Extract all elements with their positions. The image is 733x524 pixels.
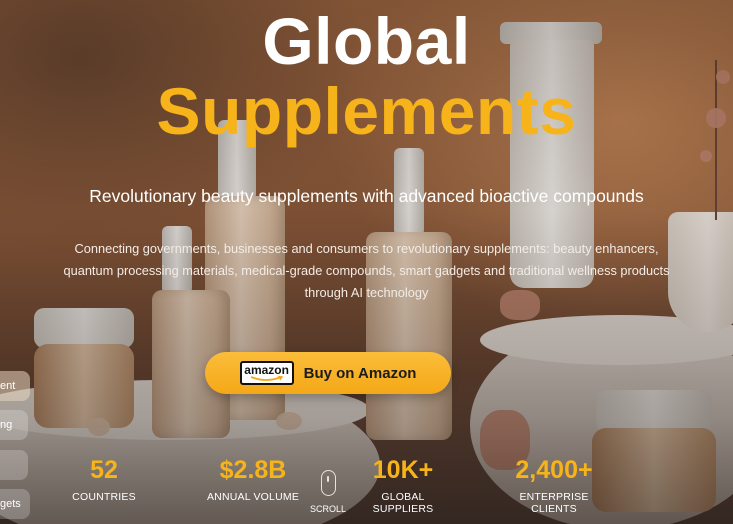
mouse-scroll-icon (320, 470, 336, 496)
side-nav-label: gets (0, 498, 21, 510)
stat-enterprise-clients: 2,400+ ENTERPRISE CLIENTS (496, 456, 612, 515)
scroll-indicator[interactable]: SCROLL (308, 470, 348, 514)
stat-countries: 52 COUNTRIES (62, 456, 146, 503)
title-line-supplements: Supplements (156, 74, 577, 148)
hero-description: Connecting governments, businesses and c… (63, 241, 670, 300)
title-line-global: Global (262, 4, 471, 78)
stat-label: ANNUAL VOLUME (206, 491, 300, 503)
side-nav-label: ent (0, 380, 16, 392)
stat-value: 10K+ (372, 456, 434, 484)
side-nav-label: ng (0, 419, 13, 431)
hero-subtitle: Revolutionary beauty supplements with ad… (89, 186, 644, 206)
side-nav-item-1[interactable]: ent (0, 371, 30, 401)
side-nav-item-3[interactable] (0, 450, 28, 480)
amazon-logo-icon: amazon (239, 361, 294, 385)
stat-label: COUNTRIES (72, 491, 136, 503)
side-nav-item-4[interactable]: gets (0, 489, 30, 519)
scroll-label: SCROLL (309, 504, 346, 514)
stat-annual-volume: $2.8B ANNUAL VOLUME (200, 456, 306, 503)
buy-on-amazon-button[interactable]: amazon Buy on Amazon (205, 352, 451, 394)
stat-global-suppliers: 10K+ GLOBAL SUPPLIERS (350, 456, 456, 515)
amazon-logo-text: amazon (244, 363, 289, 377)
buy-on-amazon-label: Buy on Amazon (303, 364, 417, 382)
stat-value: 52 (90, 456, 118, 484)
stat-label: ENTERPRISE CLIENTS (519, 491, 589, 515)
stat-value: $2.8B (219, 456, 287, 484)
amazon-smile-icon (250, 376, 283, 381)
page-title: Global Supplements (0, 8, 733, 144)
stat-value: 2,400+ (515, 456, 593, 484)
side-nav-item-2[interactable]: ng (0, 410, 28, 440)
stat-label: GLOBAL SUPPLIERS (372, 491, 434, 515)
